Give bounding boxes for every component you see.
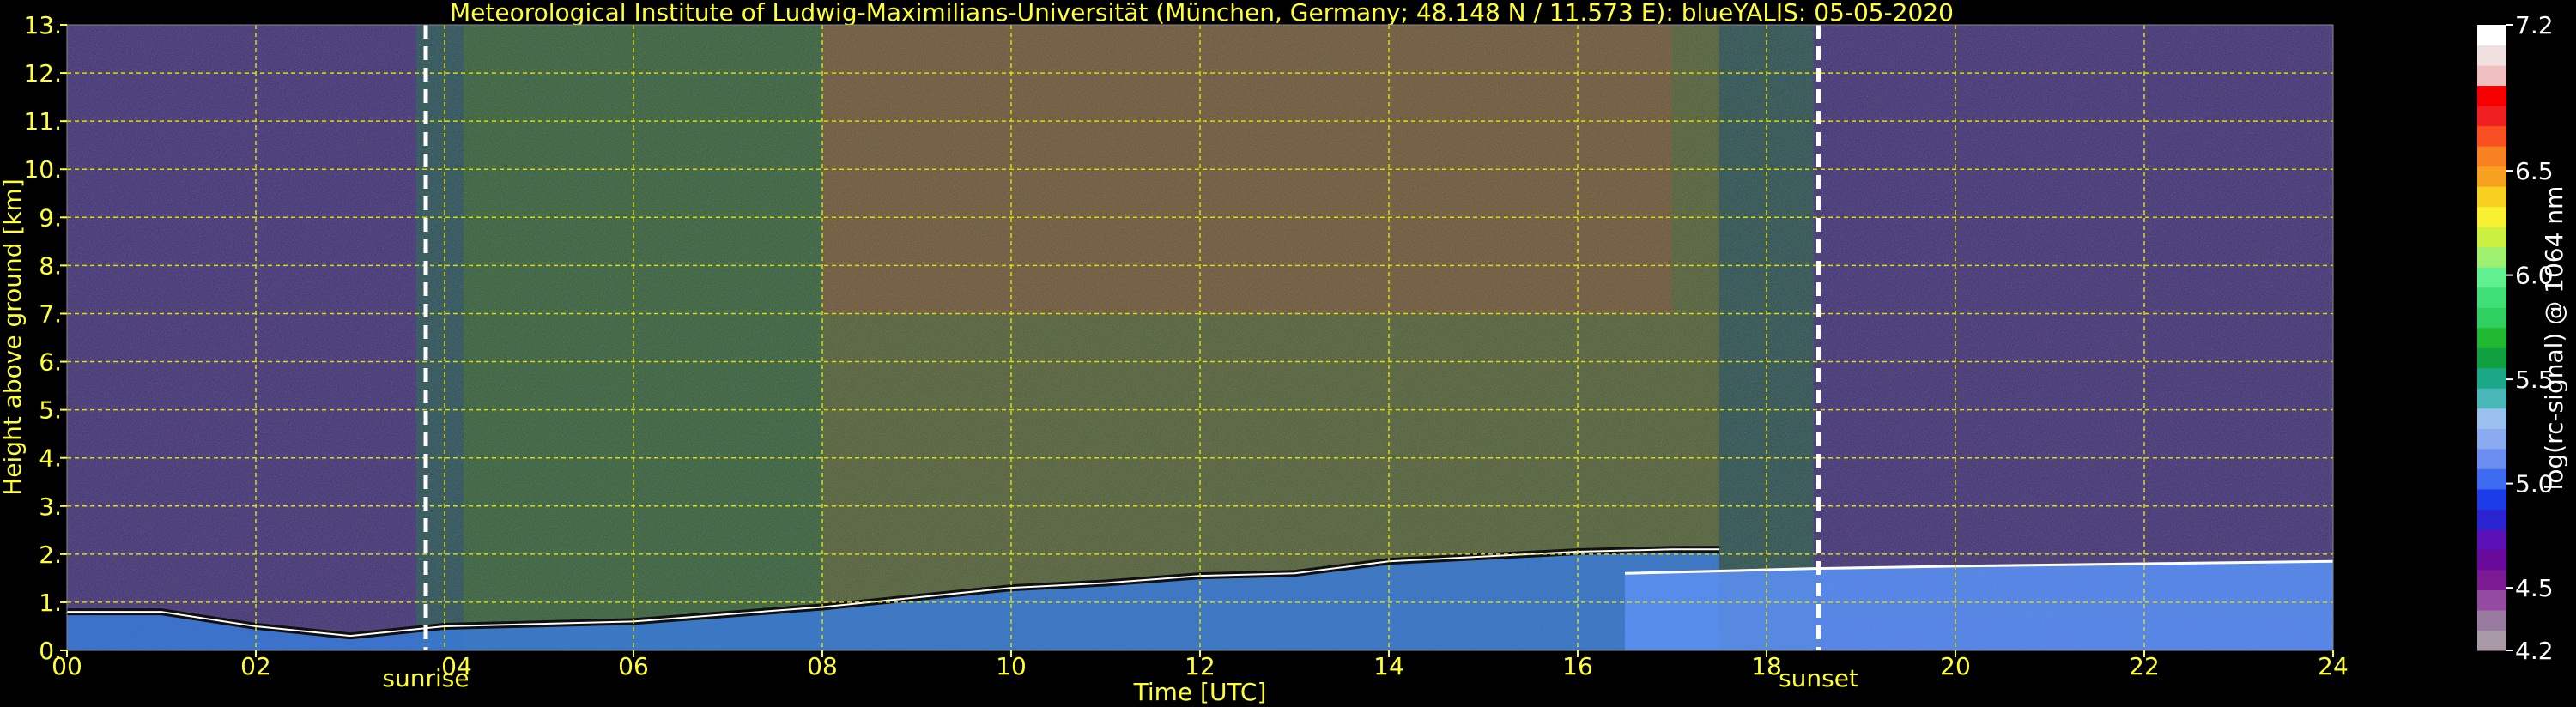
colorbar-segment (2477, 529, 2506, 550)
y-tick-label: 4. (39, 444, 62, 473)
colorbar-segment (2477, 45, 2506, 66)
colorbar-segment (2477, 488, 2506, 510)
colorbar (2477, 25, 2506, 651)
residual-layer (1625, 561, 2333, 650)
y-tick-label: 3. (39, 492, 62, 521)
colorbar-segment (2477, 106, 2506, 127)
chart-title: Meteorological Institute of Ludwig-Maxim… (450, 0, 1954, 27)
colorbar-segment (2477, 85, 2506, 106)
colorbar-segment (2477, 428, 2506, 450)
x-tick-label: 14 (1373, 652, 1404, 680)
annotations: sunrise sunset (382, 664, 1858, 692)
colorbar-segment (2477, 246, 2506, 268)
x-tick-label: 02 (240, 652, 271, 680)
y-tick-label: 5. (39, 396, 62, 425)
colorbar-segment (2477, 609, 2506, 631)
colorbar-segment (2477, 569, 2506, 590)
colorbar-segment (2477, 549, 2506, 571)
colorbar-segment (2477, 267, 2506, 288)
colorbar-segment (2477, 367, 2506, 389)
x-tick-label: 08 (807, 652, 838, 680)
colorbar-segment (2477, 408, 2506, 429)
y-tick-label: 10. (23, 155, 62, 184)
colorbar-segment (2477, 65, 2506, 87)
colorbar-segment (2477, 287, 2506, 308)
y-tick-label: 6. (39, 348, 62, 377)
colorbar-segment (2477, 630, 2506, 651)
colorbar-tick-label: 7.2 (2515, 11, 2554, 39)
y-tick-label: 13. (23, 11, 62, 39)
colorbar-tick-label: 4.5 (2515, 574, 2554, 602)
x-tick-label: 16 (1562, 652, 1593, 680)
annotation-sunset: sunset (1779, 664, 1858, 692)
x-tick-label: 18 (1751, 652, 1782, 680)
colorbar-segment (2477, 186, 2506, 208)
colorbar-segment (2477, 327, 2506, 348)
x-tick-label: 22 (2129, 652, 2160, 680)
colorbar-segment (2477, 347, 2506, 369)
colorbar-tick-label: 6.5 (2515, 157, 2554, 185)
colorbar-segment (2477, 448, 2506, 469)
plot-area (66, 24, 2334, 651)
annotation-sunrise: sunrise (382, 664, 469, 692)
x-tick-label: 10 (996, 652, 1027, 680)
x-axis-label: Time [UTC] (1133, 678, 1267, 706)
y-tick-label: 1. (39, 589, 62, 617)
colorbar-segment (2477, 388, 2506, 409)
lidar-chart: Meteorological Institute of Ludwig-Maxim… (0, 0, 2568, 706)
x-tick-label: 00 (52, 652, 82, 680)
colorbar-tick-label: 4.2 (2515, 637, 2554, 665)
colorbar-segment (2477, 227, 2506, 248)
colorbar-segment (2477, 468, 2506, 490)
colorbar-segment (2477, 146, 2506, 167)
x-tick-label: 12 (1185, 652, 1215, 680)
colorbar-segment (2477, 206, 2506, 227)
y-ticks: 0.1.2.3.4.5.6.7.8.9.10.11.12.13. (23, 11, 67, 665)
y-tick-label: 12. (23, 59, 62, 88)
y-tick-label: 7. (39, 299, 62, 328)
colorbar-segment (2477, 125, 2506, 147)
x-tick-label: 24 (2318, 652, 2349, 680)
y-axis-label: Height above ground [km] (0, 178, 27, 496)
y-tick-label: 8. (39, 251, 62, 280)
y-tick-label: 11. (23, 107, 62, 136)
colorbar-segment (2477, 509, 2506, 530)
colorbar-label: log(rc-signal) @ 1064 nm (2540, 186, 2568, 491)
y-tick-label: 9. (39, 203, 62, 232)
x-tick-label: 06 (618, 652, 649, 680)
colorbar-segment (2477, 589, 2506, 611)
y-tick-label: 2. (39, 541, 62, 569)
colorbar-segment (2477, 166, 2506, 187)
colorbar-segment (2477, 25, 2506, 46)
colorbar-segment (2477, 307, 2506, 329)
x-tick-label: 20 (1940, 652, 1971, 680)
